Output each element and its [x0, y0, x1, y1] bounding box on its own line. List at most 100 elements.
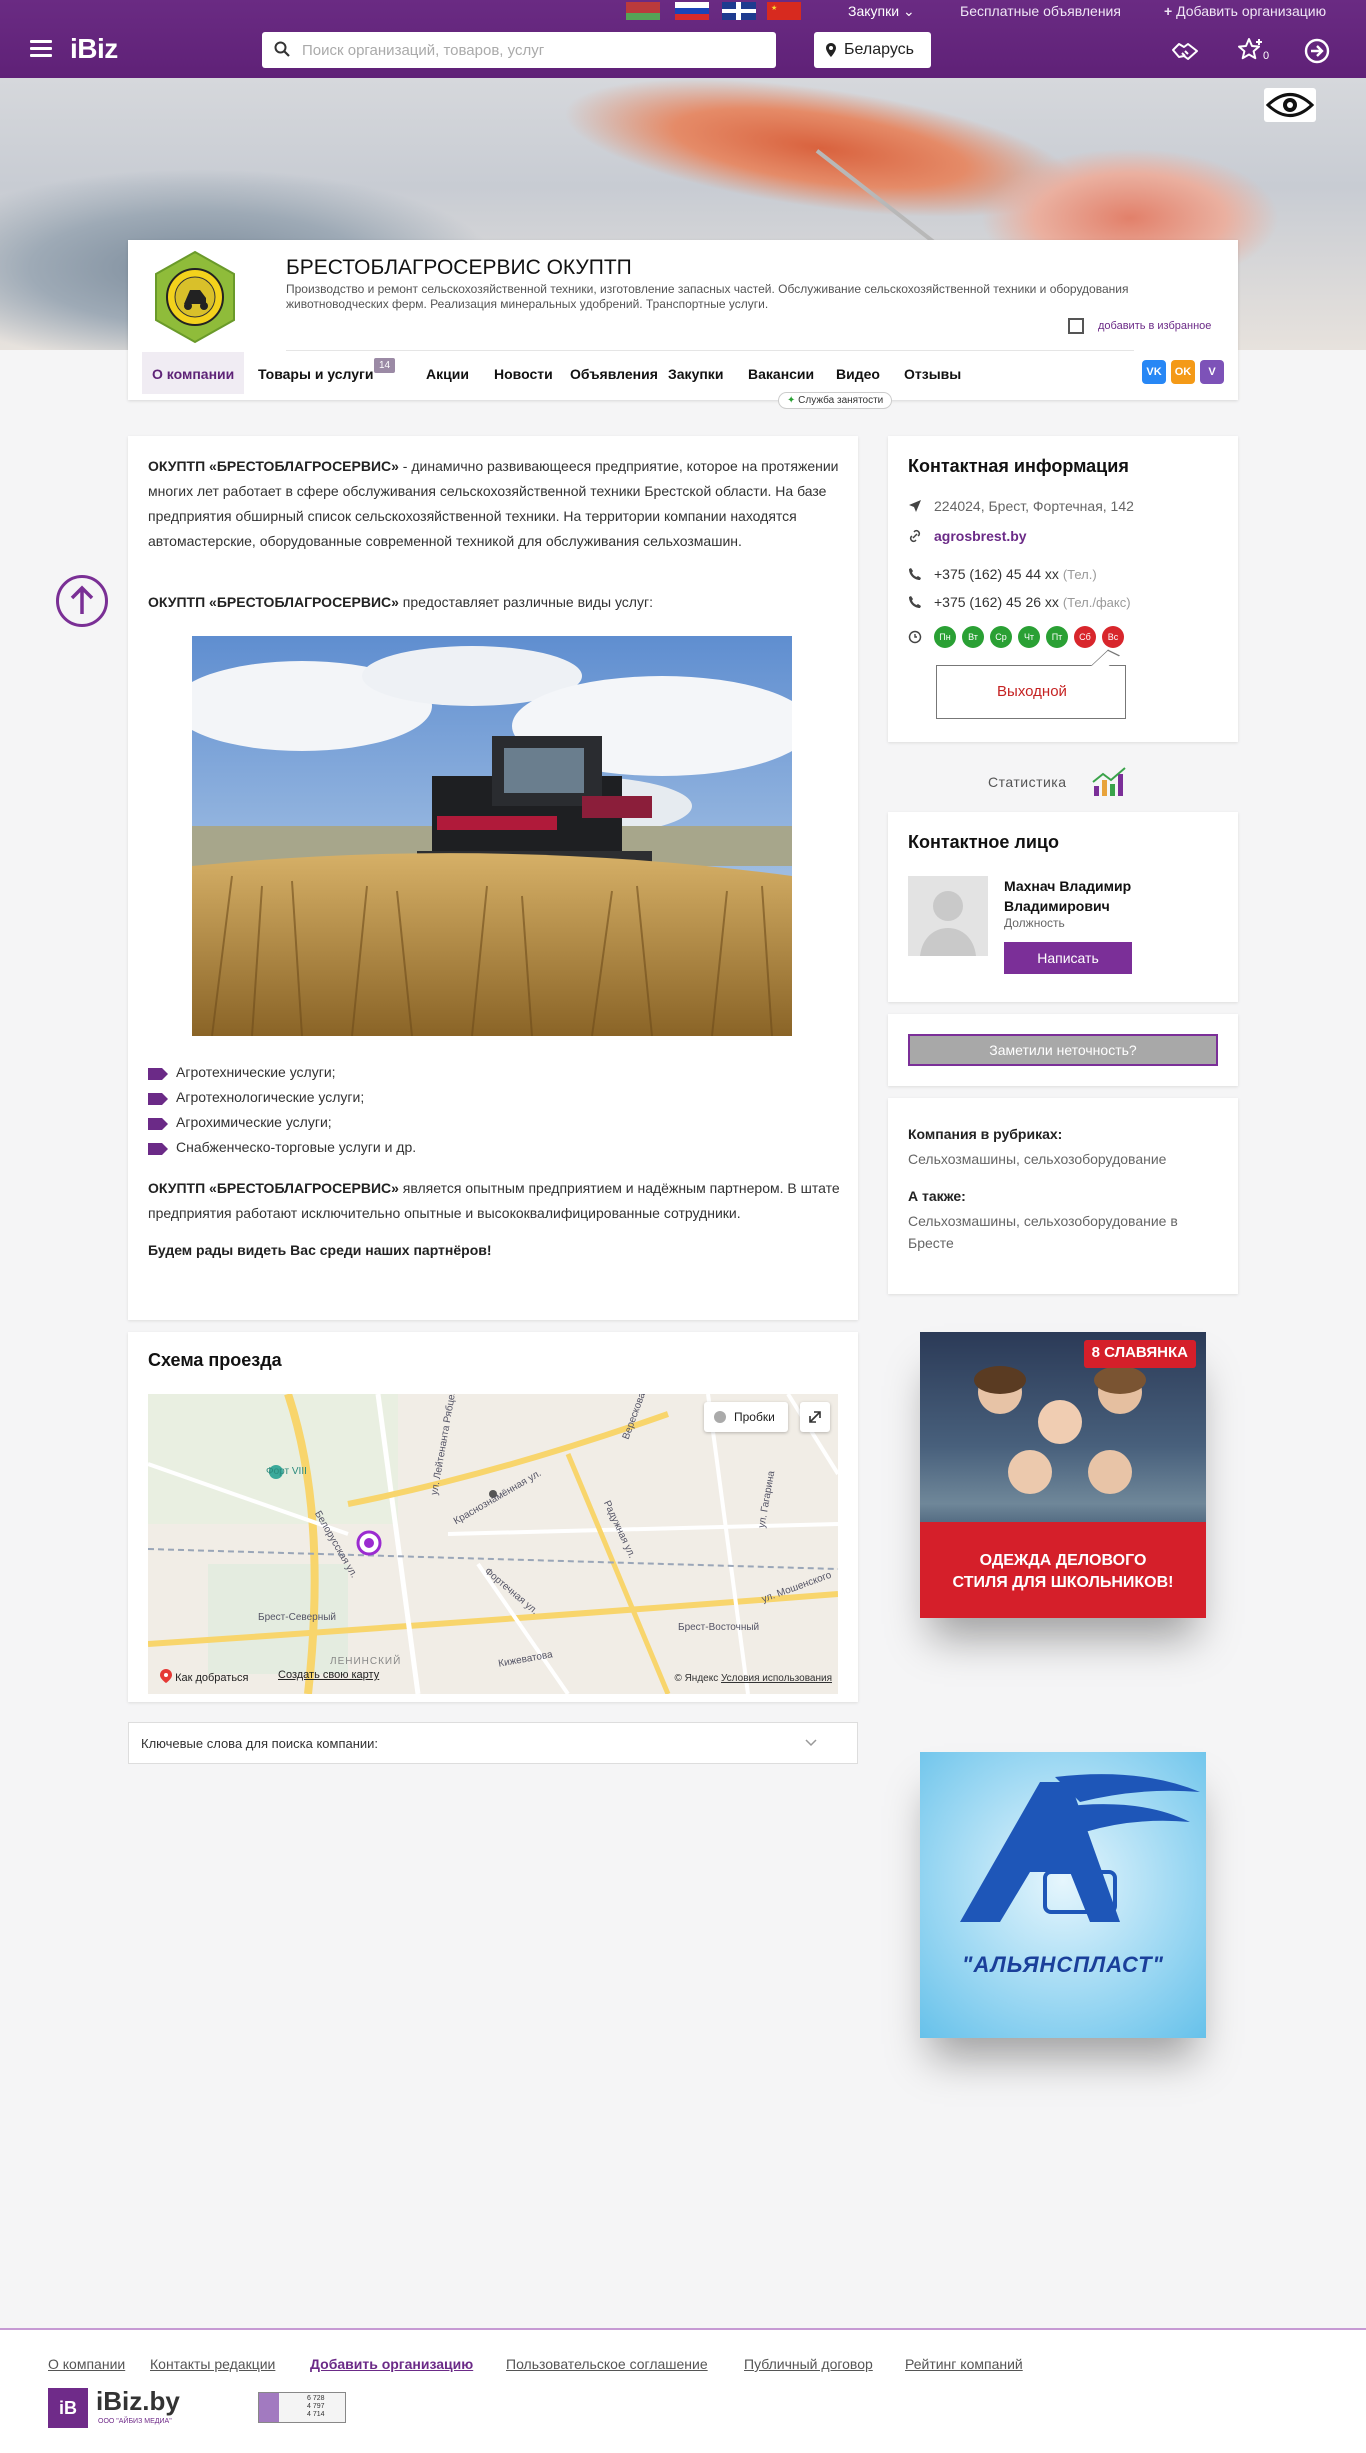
tab-ads[interactable]: Объявления	[560, 352, 668, 394]
footer-logo-name[interactable]: iBiz.by	[96, 2386, 180, 2417]
footer-link-rating[interactable]: Рейтинг компаний	[905, 2356, 1023, 2372]
write-message-button[interactable]: Написать	[1004, 942, 1132, 974]
traffic-toggle[interactable]: Пробки	[704, 1402, 788, 1432]
company-name-bold: ОКУПТП «БРЕСТОБЛАГРОСЕРВИС»	[148, 458, 399, 474]
tab-news[interactable]: Новости	[484, 352, 563, 394]
avatar	[908, 876, 988, 956]
create-map-link[interactable]: Создать свою карту	[278, 1669, 379, 1681]
work-status-text: Выходной	[997, 683, 1067, 700]
footer-link-about[interactable]: О компании	[48, 2356, 125, 2372]
footer-logo-mark[interactable]: iB	[48, 2388, 88, 2428]
copyright-label: © Яндекс	[674, 1673, 719, 1684]
language-ru-flag-icon[interactable]	[675, 2, 709, 20]
about-paragraph-1: ОКУПТП «БРЕСТОБЛАГРОСЕРВИС» - динамично …	[148, 454, 840, 554]
tag-icon	[148, 1068, 168, 1080]
handshake-icon[interactable]	[1170, 36, 1200, 66]
phone-icon	[909, 568, 921, 580]
top-bar: ★ Закупки ⌄ Бесплатные объявления + Доба…	[0, 0, 1366, 78]
job-service-label[interactable]: ✦ Служба занятости	[778, 392, 893, 409]
ad-headline: ОДЕЖДА ДЕЛОВОГО СТИЛЯ ДЛЯ ШКОЛЬНИКОВ!	[920, 1550, 1206, 1594]
company-logo	[155, 250, 235, 344]
free-ads-link[interactable]: Бесплатные объявления	[960, 3, 1121, 19]
category-link[interactable]: Сельхозмашины, сельхозоборудование	[908, 1148, 1218, 1170]
footer-link-user-agreement[interactable]: Пользовательское соглашение	[506, 2356, 708, 2372]
language-by-flag-icon[interactable]	[626, 2, 660, 20]
ok-share-icon[interactable]: OK	[1171, 360, 1195, 384]
tag-icon	[148, 1093, 168, 1105]
tab-vacancies[interactable]: Вакансии	[738, 352, 824, 394]
keywords-accordion[interactable]: Ключевые слова для поиска компании:	[128, 1722, 858, 1764]
ad-line: ОДЕЖДА ДЕЛОВОГО	[979, 1552, 1147, 1569]
company-header-card: БРЕСТОБЛАГРОСЕРВИС ОКУПТП Производство и…	[128, 240, 1238, 409]
ad-brand-number: 8	[1091, 1344, 1100, 1361]
footer-link-public-contract[interactable]: Публичный договор	[744, 2356, 873, 2372]
language-en-flag-icon[interactable]	[722, 2, 756, 20]
tab-promotions[interactable]: Акции	[416, 352, 479, 394]
scroll-up-icon[interactable]	[56, 575, 108, 627]
fullscreen-icon[interactable]	[800, 1402, 830, 1432]
contact-person-role: Должность	[1004, 916, 1065, 930]
route-link[interactable]: Как добраться	[160, 1669, 249, 1684]
advertisement-banner[interactable]: 8 СЛАВЯНКА ОДЕЖДА ДЕЛОВОГО СТИЛЯ ДЛЯ ШКОЛ…	[920, 1332, 1206, 1618]
site-logo[interactable]: iBiz	[70, 33, 118, 65]
zakupki-label: Закупки	[848, 3, 900, 19]
list-item: Агротехнологические услуги;	[148, 1085, 416, 1110]
category-link[interactable]: Сельхозмашины, сельхозоборудование в Бре…	[908, 1210, 1218, 1254]
visit-counter[interactable]: 6 728 4 797 4 714	[258, 2392, 346, 2423]
tab-about[interactable]: О компании	[142, 352, 245, 394]
map-roads	[148, 1394, 838, 1694]
about-section: ОКУПТП «БРЕСТОБЛАГРОСЕРВИС» - динамично …	[128, 436, 858, 1320]
tab-label: Закупки	[668, 366, 724, 382]
advertisement-banner[interactable]: "АЛЬЯНСПЛАСТ"	[920, 1752, 1206, 2038]
tab-products[interactable]: Товары и услуги 14	[248, 352, 413, 394]
tab-reviews[interactable]: Отзывы	[894, 352, 971, 394]
search-box	[262, 32, 776, 68]
tab-label: Товары и услуги	[258, 366, 374, 382]
tab-label: О компании	[152, 366, 235, 382]
country-selector[interactable]: Беларусь	[814, 32, 931, 68]
phone-note: (Тел.)	[1062, 567, 1097, 582]
company-location-marker-icon[interactable]	[356, 1530, 382, 1556]
tab-label: Новости	[494, 366, 553, 382]
company-name-bold: ОКУПТП «БРЕСТОБЛАГРОСЕРВИС»	[148, 1180, 399, 1196]
products-count-badge: 14	[374, 358, 396, 373]
favorite-label: добавить в избранное	[1098, 320, 1212, 332]
phone-number[interactable]: +375 (162) 45 44 xx (Тел.)	[934, 566, 1097, 582]
clock-icon	[908, 630, 922, 644]
also-heading: А также:	[908, 1188, 966, 1204]
website-link[interactable]: agrosbrest.by	[934, 528, 1027, 544]
viber-share-icon[interactable]: V	[1200, 360, 1224, 384]
add-organization-link[interactable]: + Добавить организацию	[1164, 3, 1326, 19]
language-cn-flag-icon[interactable]: ★	[767, 2, 801, 20]
tab-video[interactable]: Видео	[826, 352, 890, 394]
statistics-label: Статистика	[988, 774, 1067, 790]
service-label: Агрохимические услуги;	[176, 1114, 332, 1130]
keywords-label: Ключевые слова для поиска компании:	[141, 1736, 379, 1751]
tab-label: Объявления	[570, 366, 658, 382]
search-input[interactable]	[302, 32, 762, 68]
zakupki-dropdown[interactable]: Закупки ⌄	[848, 3, 915, 20]
company-description: Производство и ремонт сельскохозяйственн…	[286, 282, 1129, 311]
menu-icon[interactable]	[30, 40, 52, 57]
accessibility-eye-icon[interactable]	[1264, 88, 1316, 122]
map-terms-link[interactable]: Условия использования	[721, 1673, 832, 1684]
report-inaccuracy-button[interactable]: Заметили неточность?	[908, 1034, 1218, 1066]
yandex-map[interactable]: Форт VIII Брест-Северный Брест-Восточный…	[148, 1394, 838, 1694]
list-item: Снабженческо-торговые услуги и др.	[148, 1135, 416, 1160]
divider	[286, 350, 1134, 351]
tab-purchases[interactable]: Закупки	[658, 352, 733, 394]
statistics-chart-icon	[1092, 767, 1126, 796]
company-name: БРЕСТОБЛАГРОСЕРВИС ОКУПТП	[286, 256, 632, 279]
vk-share-icon[interactable]: VK	[1142, 360, 1166, 384]
footer-link-contacts[interactable]: Контакты редакции	[150, 2356, 275, 2372]
favorites-button[interactable]: 0	[1237, 36, 1269, 66]
map-title: Схема проезда	[148, 1350, 282, 1370]
login-icon[interactable]	[1302, 36, 1332, 66]
map-copyright: © Яндекс Условия использования	[674, 1673, 832, 1684]
statistics-link[interactable]: Статистика	[888, 764, 1238, 798]
favorite-checkbox[interactable]	[1068, 318, 1084, 334]
map-label: Брест-Восточный	[678, 1622, 760, 1633]
phone-number[interactable]: +375 (162) 45 26 xx (Тел./факс)	[934, 594, 1131, 610]
ad-line: СТИЛЯ ДЛЯ ШКОЛЬНИКОВ!	[952, 1574, 1174, 1591]
footer-link-add-organization[interactable]: Добавить организацию	[310, 2356, 473, 2372]
